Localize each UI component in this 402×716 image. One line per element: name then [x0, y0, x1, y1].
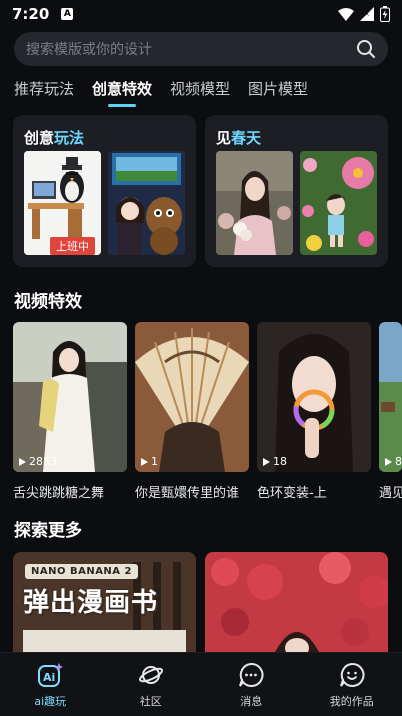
flower-portrait-image	[205, 552, 388, 652]
card-title: 创意玩法	[24, 129, 85, 147]
video-thumbnail	[379, 322, 402, 472]
flower-portrait-card[interactable]	[205, 552, 388, 652]
chat-bubble-icon	[239, 662, 264, 687]
nav-my-works[interactable]: 我的作品	[302, 653, 402, 716]
video-card[interactable]: 1	[135, 322, 249, 472]
cartoon-duo-thumbnail[interactable]	[108, 151, 185, 255]
video-card[interactable]: 8	[379, 322, 402, 472]
nav-label: 我的作品	[329, 695, 374, 708]
category-tabs: 推荐玩法 创意特效 视频模型 图片模型	[14, 78, 308, 107]
tab-video-models[interactable]: 视频模型	[170, 78, 230, 107]
planet-icon	[138, 666, 163, 684]
cartoon-illustration	[108, 151, 185, 255]
creative-play-card[interactable]: 创意玩法 上班中	[13, 115, 196, 267]
nav-messages[interactable]: 消息	[201, 653, 302, 716]
play-count: 2853	[19, 455, 57, 468]
tab-image-models[interactable]: 图片模型	[248, 78, 308, 107]
play-count: 1	[141, 455, 158, 468]
video-title[interactable]: 舌尖跳跳糖之舞	[13, 482, 127, 501]
ai-sparkle-icon: Ai	[38, 663, 64, 687]
tab-creative-effects[interactable]: 创意特效	[92, 78, 152, 107]
bottom-nav: Ai ai趣玩 社区 消息 我的作品	[0, 652, 402, 716]
tab-recommended[interactable]: 推荐玩法	[14, 78, 74, 107]
card-title: 见春天	[216, 129, 262, 147]
nav-ai-fun[interactable]: Ai ai趣玩	[0, 653, 101, 716]
play-count: 8	[385, 455, 402, 468]
smile-bubble-icon	[339, 662, 365, 687]
nav-label: ai趣玩	[34, 695, 67, 708]
play-icon	[19, 457, 26, 466]
video-card[interactable]: 2853	[13, 322, 127, 472]
penguin-office-thumbnail[interactable]: 上班中	[24, 151, 101, 255]
video-thumbnail	[257, 322, 371, 472]
wifi-icon	[338, 7, 354, 21]
meet-spring-card[interactable]: 见春天	[205, 115, 388, 267]
comic-headline: 弹出漫画书	[23, 588, 159, 618]
explore-more-heading: 探索更多	[14, 521, 82, 541]
video-title[interactable]: 色环变装-上	[257, 482, 371, 501]
play-icon	[263, 457, 270, 466]
search-icon[interactable]	[356, 39, 376, 59]
video-thumbnail	[135, 322, 249, 472]
nav-community[interactable]: 社区	[101, 653, 202, 716]
status-bar: 7:20 A ×	[0, 0, 402, 28]
play-count: 18	[263, 455, 287, 468]
girl-with-flowers-photo	[216, 151, 293, 255]
video-thumbnail	[13, 322, 127, 472]
nav-label: 消息	[240, 695, 263, 708]
video-effects-heading: 视频特效	[14, 292, 82, 312]
flower-field-thumbnail[interactable]	[300, 151, 377, 255]
svg-text:Ai: Ai	[43, 671, 55, 684]
status-time: 7:20	[12, 5, 50, 23]
play-icon	[385, 457, 392, 466]
video-card[interactable]: 18	[257, 322, 371, 472]
comic-book-card[interactable]: NANO BANANA 2 弹出漫画书	[13, 552, 196, 652]
battery-icon	[380, 6, 390, 22]
spring-flowers-thumbnail[interactable]	[216, 151, 293, 255]
status-tag: 上班中	[50, 237, 95, 255]
model-tag: NANO BANANA 2	[25, 564, 138, 579]
nav-label: 社区	[139, 695, 162, 708]
status-icons: ×	[338, 6, 390, 22]
signal-icon: ×	[360, 7, 374, 21]
notification-icon: A	[61, 8, 74, 20]
search-input[interactable]: 搜索模版或你的设计	[26, 39, 152, 59]
video-title[interactable]: 遇见	[379, 482, 402, 501]
search-bar[interactable]: 搜索模版或你的设计	[14, 32, 388, 66]
video-title[interactable]: 你是甄嬛传里的谁	[135, 482, 249, 501]
girl-in-flower-field-photo	[300, 151, 377, 255]
play-icon	[141, 457, 148, 466]
svg-text:×: ×	[364, 10, 370, 18]
